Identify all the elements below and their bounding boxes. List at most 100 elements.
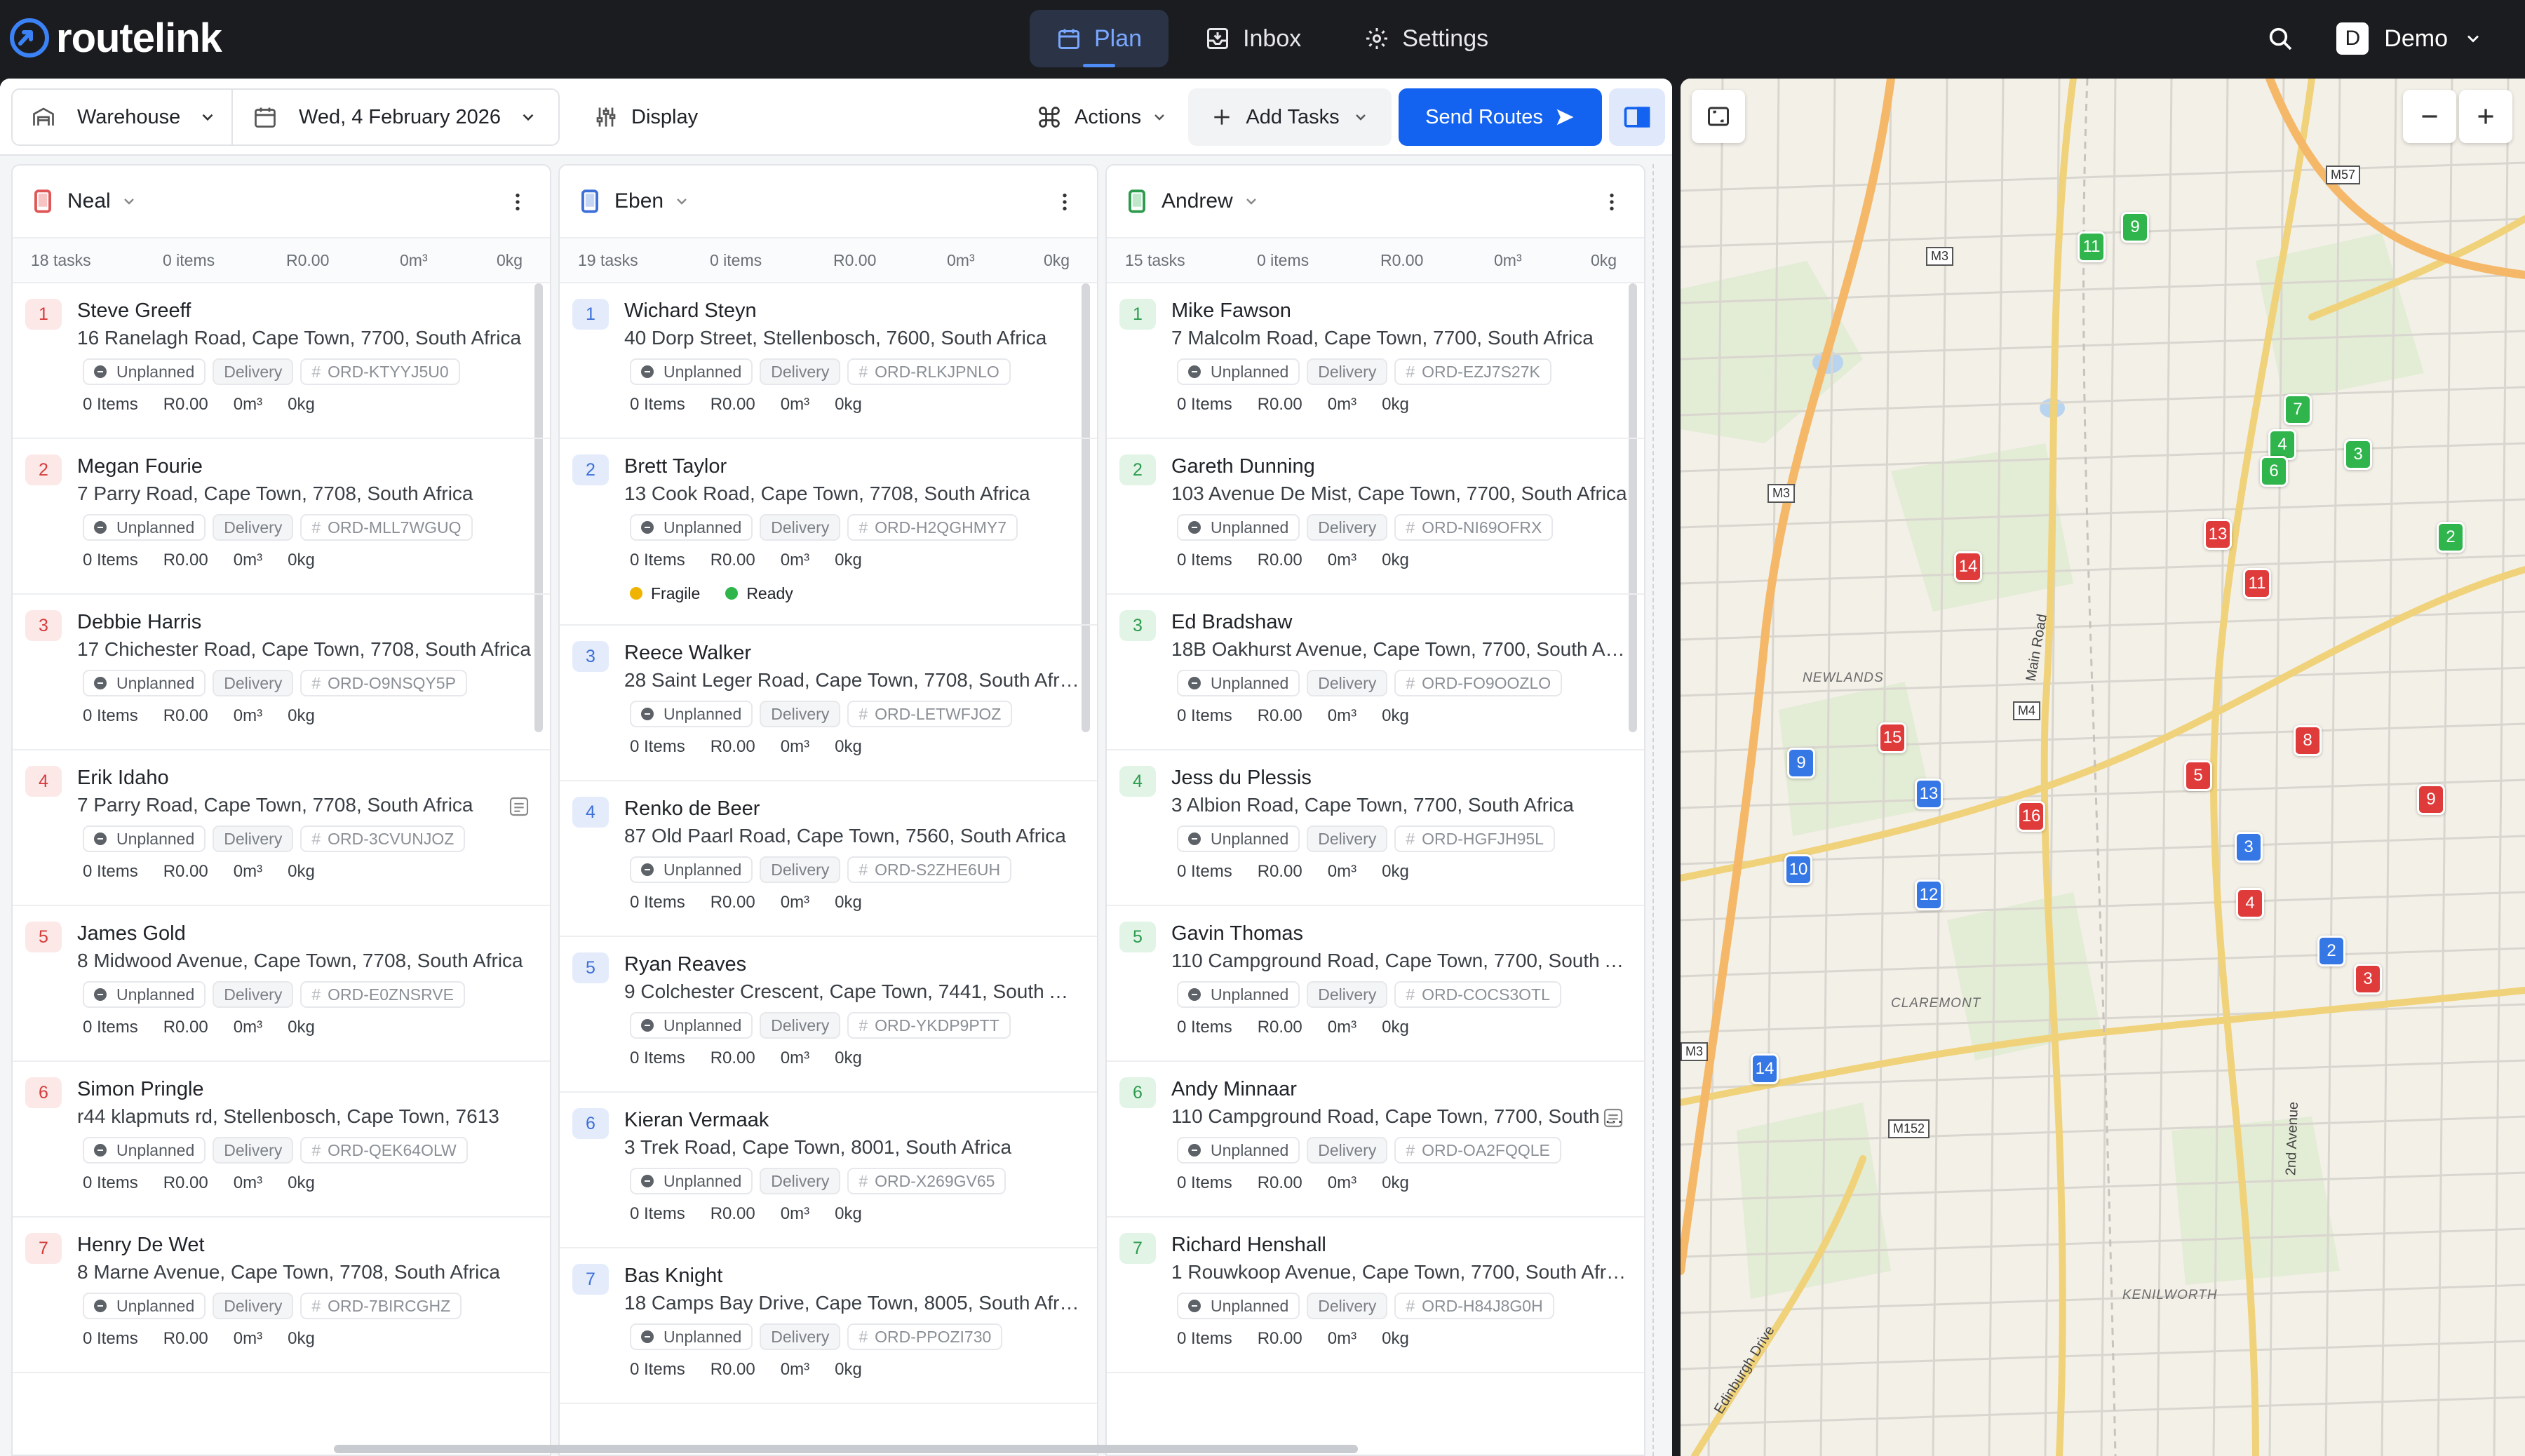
zoom-in-button[interactable] — [2459, 90, 2512, 143]
order-id-badge[interactable]: # ORD-NI69OFRX — [1394, 514, 1554, 541]
order-id-badge[interactable]: # ORD-KTYYJ5U0 — [300, 358, 460, 385]
task-card[interactable]: 1 Steve Greeff 16 Ranelagh Road, Cape Town… — [13, 283, 550, 439]
warehouse-select[interactable]: Warehouse — [11, 88, 233, 146]
map-pin[interactable]: 4 — [2236, 888, 2264, 919]
order-id-badge[interactable]: # ORD-FO9OOZLO — [1394, 670, 1563, 696]
order-id-badge[interactable]: # ORD-QEK64OLW — [300, 1137, 468, 1164]
task-card[interactable]: 5 Ryan Reaves 9 Colchester Crescent, Cape … — [560, 937, 1097, 1093]
task-type-badge: Delivery — [1307, 514, 1388, 541]
map-pin[interactable]: 5 — [2184, 760, 2212, 791]
task-card[interactable]: 3 Debbie Harris 17 Chichester Road, Cape T… — [13, 595, 550, 750]
map-pin[interactable]: 9 — [1787, 748, 1815, 778]
tab-plan[interactable]: Plan — [1030, 10, 1169, 67]
order-id-badge[interactable]: # ORD-O9NSQY5P — [300, 670, 467, 696]
map-pin[interactable]: 13 — [2204, 519, 2232, 550]
add-tasks-button[interactable]: Add Tasks — [1188, 88, 1392, 146]
display-button[interactable]: Display — [593, 88, 698, 146]
route-map[interactable]: NEWLANDS CLAREMONT KENILWORTH M57 M3 M3 … — [1681, 79, 2525, 1456]
map-pin[interactable]: 12 — [1915, 879, 1943, 910]
task-card[interactable]: 7 Henry De Wet 8 Marne Avenue, Cape Town, … — [13, 1218, 550, 1373]
tab-settings[interactable]: Settings — [1338, 10, 1515, 67]
task-card[interactable]: 3 Reece Walker 28 Saint Leger Road, Cape T… — [560, 626, 1097, 781]
order-id-badge[interactable]: # ORD-RLKJPNLO — [847, 358, 1011, 385]
task-card[interactable]: 6 Kieran Vermaak 3 Trek Road, Cape Town, 8… — [560, 1093, 1097, 1248]
order-id-badge[interactable]: # ORD-S2ZHE6UH — [847, 856, 1012, 883]
task-card[interactable]: 2 Megan Fourie 7 Parry Road, Cape Town, 77… — [13, 439, 550, 595]
order-id-badge[interactable]: # ORD-E0ZNSRVE — [300, 981, 465, 1008]
task-card[interactable]: 4 Erik Idaho 7 Parry Road, Cape Town, 7708… — [13, 750, 550, 906]
map-pin[interactable]: 9 — [2417, 784, 2445, 815]
order-id: ORD-7BIRCGHZ — [328, 1296, 451, 1315]
map-pin[interactable]: 8 — [2294, 725, 2322, 756]
app-logo[interactable]: routelink — [10, 15, 222, 61]
map-pin[interactable]: 15 — [1878, 722, 1906, 753]
map-pin[interactable]: 10 — [1784, 854, 1812, 885]
order-id-badge[interactable]: # ORD-YKDP9PTT — [847, 1012, 1011, 1039]
order-id-badge[interactable]: # ORD-X269GV65 — [847, 1168, 1006, 1194]
driver-name[interactable]: Neal — [67, 189, 111, 213]
map-pin[interactable]: 16 — [2017, 801, 2045, 832]
task-card[interactable]: 5 Gavin Thomas 110 Campground Road, Cape T… — [1107, 906, 1644, 1062]
map-pin[interactable]: 14 — [1954, 551, 1982, 582]
send-routes-button[interactable]: Send Routes — [1399, 88, 1602, 146]
minus-circle-icon — [641, 365, 654, 378]
order-id-badge[interactable]: # ORD-PPOZI730 — [847, 1323, 1003, 1350]
stop-number: 7 — [1119, 1233, 1156, 1264]
user-menu[interactable]: D Demo — [2336, 22, 2483, 55]
task-card[interactable]: 5 James Gold 8 Midwood Avenue, Cape Town, … — [13, 906, 550, 1062]
map-pin[interactable]: 14 — [1751, 1053, 1779, 1084]
order-id-badge[interactable]: # ORD-LETWFJOZ — [847, 701, 1013, 727]
tab-inbox[interactable]: Inbox — [1178, 10, 1328, 67]
chevron-down-icon[interactable] — [673, 193, 690, 210]
note-icon[interactable] — [508, 795, 530, 818]
fullscreen-button[interactable] — [1692, 90, 1745, 143]
task-card[interactable]: 2 Brett Taylor 13 Cook Road, Cape Town, 77… — [560, 439, 1097, 626]
task-card[interactable]: 7 Richard Henshall 1 Rouwkoop Avenue, Cape… — [1107, 1218, 1644, 1373]
map-pin[interactable]: 13 — [1915, 778, 1943, 809]
task-card[interactable]: 1 Mike Fawson 7 Malcolm Road, Cape Town, 7… — [1107, 283, 1644, 439]
order-id-badge[interactable]: # ORD-3CVUNJOZ — [300, 825, 466, 852]
task-card[interactable]: 4 Renko de Beer 87 Old Paarl Road, Cape To… — [560, 781, 1097, 937]
map-pin[interactable]: 3 — [2235, 832, 2263, 863]
task-card[interactable]: 1 Wichard Steyn 40 Dorp Street, Stellenbos… — [560, 283, 1097, 439]
map-pin[interactable]: 2 — [2437, 522, 2465, 553]
chevron-down-icon[interactable] — [121, 193, 137, 210]
map-pin[interactable]: 6 — [2260, 456, 2288, 487]
actions-button[interactable]: Actions — [1037, 88, 1168, 146]
order-id-badge[interactable]: # ORD-EZJ7S27K — [1394, 358, 1551, 385]
more-vertical-icon[interactable] — [1601, 191, 1623, 213]
stop-number: 1 — [25, 299, 62, 330]
driver-name[interactable]: Andrew — [1162, 189, 1233, 213]
toggle-sidebar-button[interactable] — [1609, 88, 1665, 146]
order-id-badge[interactable]: # ORD-MLL7WGUQ — [300, 514, 473, 541]
chevron-down-icon[interactable] — [1243, 193, 1260, 210]
horizontal-scrollbar[interactable] — [334, 1445, 1358, 1453]
map-pin[interactable]: 3 — [2354, 964, 2382, 995]
task-card[interactable]: 4 Jess du Plessis 3 Albion Road, Cape Town… — [1107, 750, 1644, 906]
order-id-badge[interactable]: # ORD-7BIRCGHZ — [300, 1293, 462, 1319]
driver-name[interactable]: Eben — [614, 189, 664, 213]
map-pin[interactable]: 3 — [2344, 439, 2372, 470]
map-pin[interactable]: 7 — [2284, 394, 2312, 425]
more-vertical-icon[interactable] — [506, 191, 529, 213]
task-card[interactable]: 7 Bas Knight 18 Camps Bay Drive, Cape Town… — [560, 1248, 1097, 1404]
order-id-badge[interactable]: # ORD-HGFJH95L — [1394, 825, 1555, 852]
zoom-out-button[interactable] — [2403, 90, 2456, 143]
global-search-button[interactable] — [2259, 18, 2301, 60]
order-id-badge[interactable]: # ORD-H84J8G0H — [1394, 1293, 1554, 1319]
map-pin[interactable]: 11 — [2078, 231, 2106, 262]
more-vertical-icon[interactable] — [1053, 191, 1076, 213]
task-card[interactable]: 3 Ed Bradshaw 18B Oakhurst Avenue, Cape To… — [1107, 595, 1644, 750]
date-picker[interactable]: Wed, 4 February 2026 — [231, 88, 560, 146]
task-card[interactable]: 6 Simon Pringle r44 klapmuts rd, Stellenbo… — [13, 1062, 550, 1218]
order-id-badge[interactable]: # ORD-OA2FQQLE — [1394, 1137, 1561, 1164]
note-icon[interactable] — [1602, 1107, 1624, 1129]
order-id-badge[interactable]: # ORD-H2QGHMY7 — [847, 514, 1018, 541]
map-pin[interactable]: 11 — [2243, 568, 2271, 599]
stop-number: 4 — [25, 766, 62, 797]
task-card[interactable]: 2 Gareth Dunning 103 Avenue De Mist, Cape … — [1107, 439, 1644, 595]
map-pin[interactable]: 2 — [2317, 936, 2345, 966]
map-pin[interactable]: 9 — [2121, 212, 2149, 243]
order-id-badge[interactable]: # ORD-COCS3OTL — [1394, 981, 1561, 1008]
task-card[interactable]: 6 Andy Minnaar 110 Campground Road, Cape T… — [1107, 1062, 1644, 1218]
